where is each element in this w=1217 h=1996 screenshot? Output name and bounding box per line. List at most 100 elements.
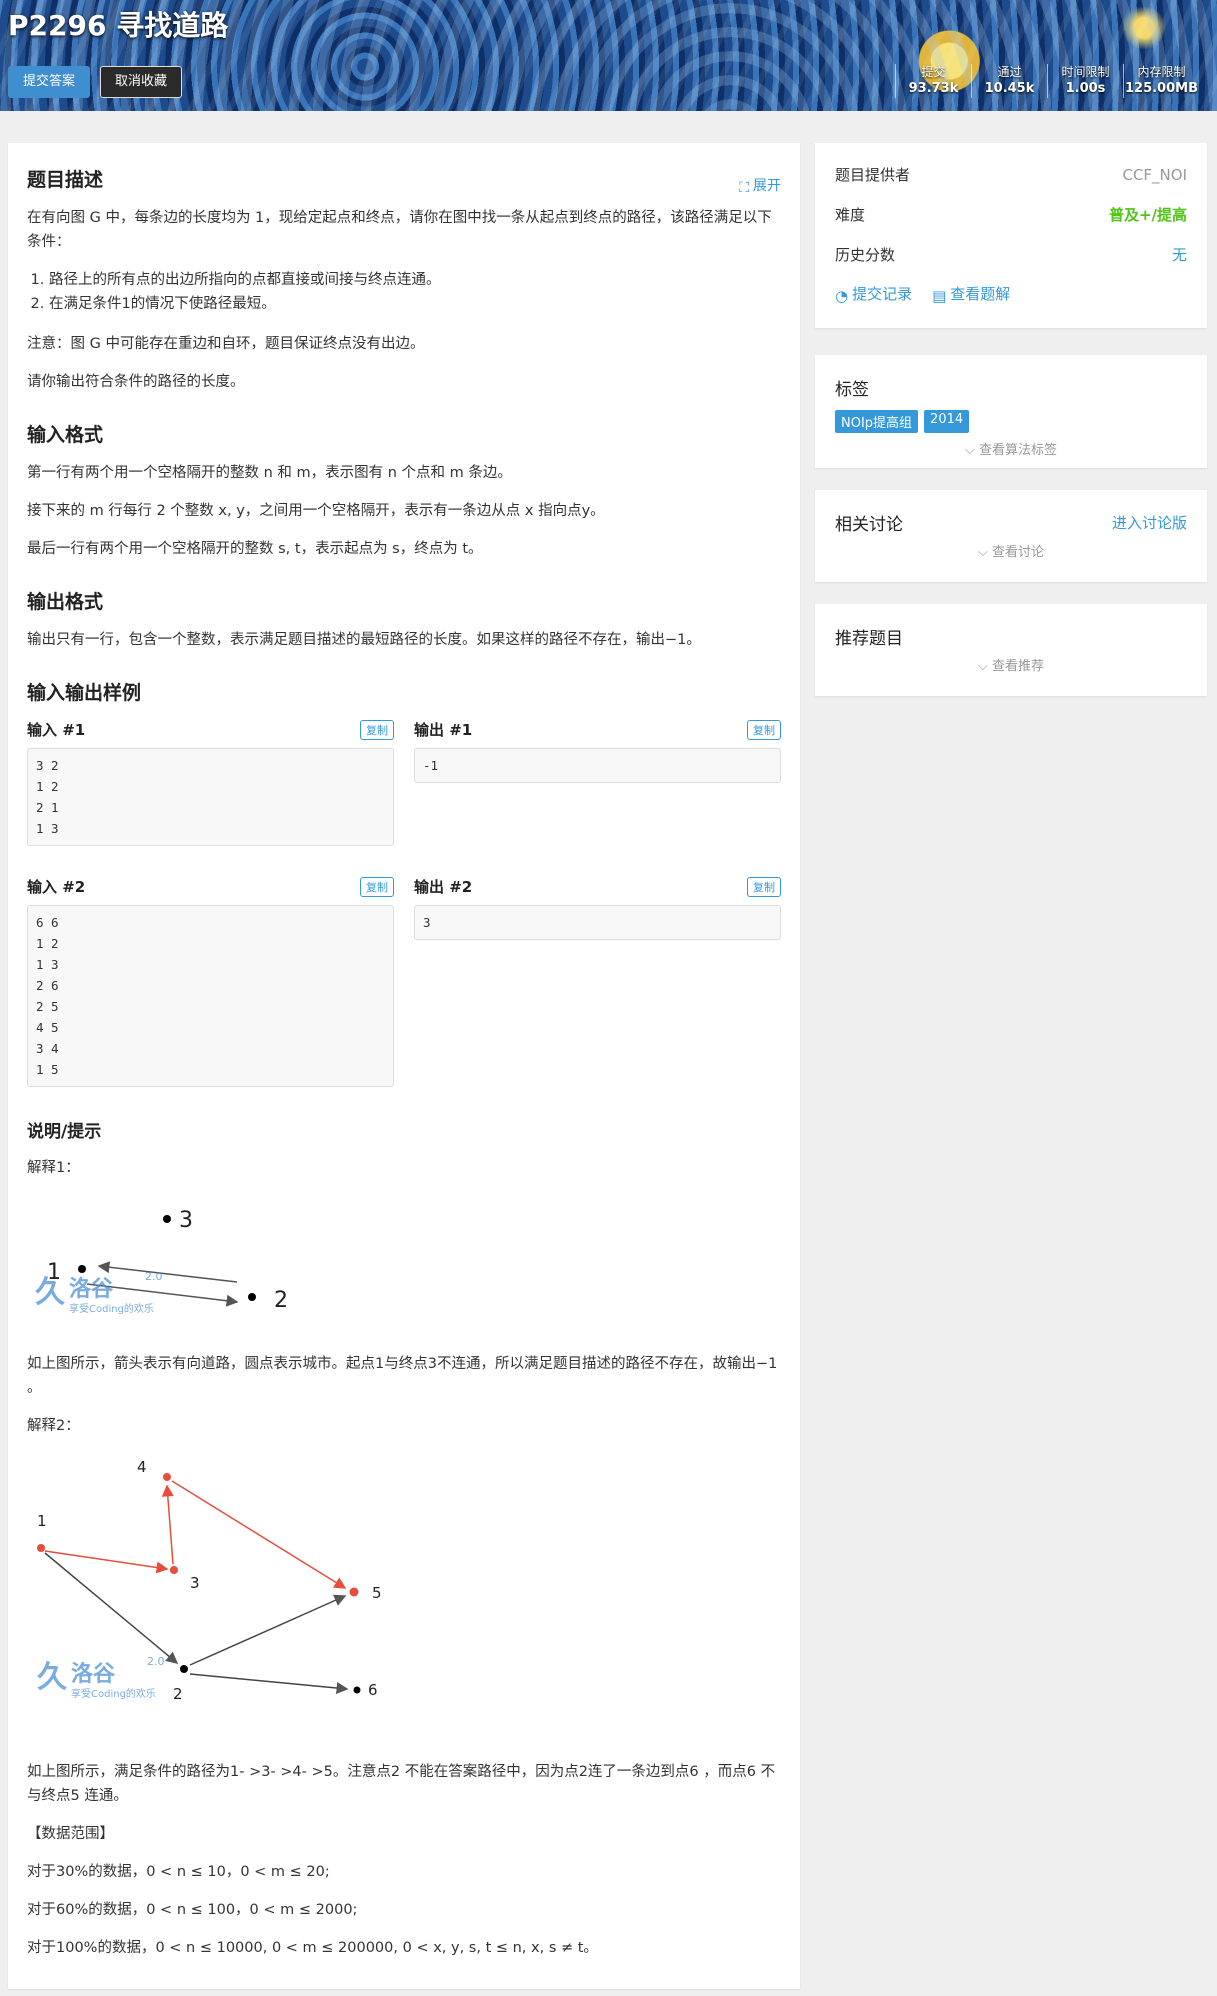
node-label: 3	[190, 1574, 200, 1592]
stat-label: 时间限制	[1061, 65, 1110, 79]
figure-explanation-1: 3 1 2 久 洛谷 2.0 享受Coding的欢乐	[27, 1194, 781, 1338]
watermark-slogan: 享受Coding的欢乐	[69, 1302, 154, 1315]
history-value: 无	[1171, 246, 1187, 264]
sample-code[interactable]: 3	[414, 905, 781, 940]
stat-value: 1.00s	[1065, 81, 1106, 96]
provider-value[interactable]: CCF_NOI	[1122, 163, 1187, 187]
difficulty-label: 难度	[835, 206, 866, 224]
expand-button[interactable]: ⛶ 展开	[739, 175, 781, 196]
section-title-description: 题目描述	[27, 169, 104, 191]
enter-discussion-link[interactable]: 进入讨论版	[1112, 512, 1187, 533]
tags-title: 标签	[835, 380, 869, 400]
conditions-list: 路径上的所有点的出边所指向的点都直接或间接与终点连通。 在满足条件1的情况下使路…	[27, 268, 781, 316]
watermark-slogan: 享受Coding的欢乐	[71, 1687, 156, 1700]
show-discussions[interactable]: ⌵ 查看讨论	[835, 541, 1187, 560]
node-label: 1	[37, 1512, 47, 1530]
section-title-output: 输出格式	[27, 591, 104, 613]
book-icon: ▤	[932, 287, 947, 305]
watermark-logo-icon: 久	[35, 1275, 65, 1310]
submit-answer-button[interactable]: 提交答案	[8, 66, 91, 98]
tag-year[interactable]: 2014	[924, 410, 970, 433]
expand-icon: ⛶	[739, 180, 749, 196]
explanation-2-text: 如上图所示，满足条件的路径为1- >3- >4- >5。注意点2 不能在答案路径…	[27, 1764, 776, 1804]
provider-row: 题目提供者 CCF_NOI	[835, 163, 1187, 187]
recommend-card: 推荐题目 ⌵ 查看推荐	[815, 604, 1207, 696]
description-paragraph: 在有向图 G 中，每条边的长度均为 1，现给定起点和终点，请你在图中找一条从起点…	[27, 210, 772, 250]
luogu-watermark: 久 洛谷 2.0 享受Coding的欢乐	[35, 1270, 163, 1315]
graph-node	[353, 1686, 361, 1694]
copy-button[interactable]: 复制	[360, 719, 394, 740]
sample-output-2: 输出 #2 复制 3	[414, 876, 781, 1087]
graph-edge	[171, 1480, 347, 1589]
tag-list: NOIp提高组 2014	[835, 410, 1187, 433]
input-paragraph-1: 第一行有两个用一个空格隔开的整数 n 和 m，表示图有 n 个点和 m 条边。	[27, 465, 512, 481]
copy-button[interactable]: 复制	[747, 876, 781, 897]
graph-node	[248, 1293, 256, 1301]
show-algorithm-tags[interactable]: ⌵ 查看算法标签	[835, 439, 1187, 458]
section-title-hint: 说明/提示	[27, 1122, 102, 1142]
range-60: 对于60%的数据，0 < n ≤ 100，0 < m ≤ 2000;	[27, 1902, 358, 1918]
graph-node	[349, 1587, 359, 1597]
pie-chart-icon: ◔	[835, 287, 849, 305]
stat-value: 93.73k	[908, 81, 959, 96]
stat-label: 内存限制	[1137, 65, 1186, 79]
figure-explanation-2: 4 1 3 5 2 6 久 洛谷 2.0 享受Coding的欢乐	[27, 1452, 781, 1746]
chevron-down-icon: ⌵	[964, 443, 979, 458]
stat-value: 10.45k	[984, 81, 1035, 96]
list-item: 在满足条件1的情况下使路径最短。	[49, 292, 781, 316]
input-paragraph-2: 接下来的 m 行每行 2 个整数 x, y，之间用一个空格隔开，表示有一条边从点…	[27, 503, 605, 519]
submission-records-link[interactable]: ◔ 提交记录	[835, 283, 912, 305]
view-solutions-link[interactable]: ▤ 查看题解	[932, 283, 1010, 305]
input-paragraph-3: 最后一行有两个用一个空格隔开的整数 s, t，表示起点为 s，终点为 t。	[27, 541, 483, 557]
stat-submissions: 提交 93.73k	[895, 64, 971, 98]
discussion-title: 相关讨论	[835, 515, 903, 535]
graph-edge	[189, 1594, 347, 1666]
stat-accepted: 通过 10.45k	[971, 64, 1047, 98]
graph-node	[170, 1566, 178, 1574]
sample-code[interactable]: -1	[414, 748, 781, 783]
description-ask: 请你输出符合条件的路径的长度。	[27, 374, 245, 390]
node-label: 3	[179, 1208, 193, 1233]
provider-label: 题目提供者	[835, 166, 911, 184]
expand-label: 展开	[753, 178, 781, 194]
tags-card: 标签 NOIp提高组 2014 ⌵ 查看算法标签	[815, 355, 1207, 468]
explanation-2-label: 解释2：	[27, 1418, 80, 1434]
graph-edge	[44, 1552, 179, 1664]
description-note: 注意：图 G 中可能存在重边和自环，题目保证终点没有出边。	[27, 336, 425, 352]
more-label: 查看讨论	[991, 545, 1044, 560]
copy-button[interactable]: 复制	[747, 719, 781, 740]
link-label: 提交记录	[852, 285, 913, 303]
graph-figure-2: 4 1 3 5 2 6 久 洛谷 2.0 享受Coding的欢乐	[37, 1458, 382, 1703]
sample-code[interactable]: 6 6 1 2 1 3 2 6 2 5 4 5 3 4 1 5	[27, 905, 394, 1087]
range-title: 【数据范围】	[27, 1826, 114, 1842]
graph-node	[163, 1215, 171, 1223]
range-100: 对于100%的数据，0 < n ≤ 10000, 0 < m ≤ 200000,…	[27, 1940, 598, 1956]
stat-label: 通过	[997, 65, 1022, 79]
graph-figure-1: 3 1 2 久 洛谷 2.0 享受Coding的欢乐	[35, 1208, 288, 1315]
node-label: 4	[137, 1458, 147, 1476]
graph-edge	[161, 1484, 174, 1565]
explanation-1-label: 解释1：	[27, 1160, 80, 1176]
difficulty-row: 难度 普及+/提高	[835, 203, 1187, 227]
tag-noip[interactable]: NOIp提高组	[835, 410, 919, 433]
history-label: 历史分数	[835, 246, 896, 264]
show-recommendations[interactable]: ⌵ 查看推荐	[835, 655, 1187, 674]
sample-label: 输入 #1	[27, 721, 86, 739]
sample-label: 输出 #2	[414, 878, 473, 896]
stat-memory-limit: 内存限制 125.00MB	[1123, 64, 1199, 98]
copy-button[interactable]: 复制	[360, 876, 394, 897]
info-card: 题目提供者 CCF_NOI 难度 普及+/提高 历史分数 无 ◔ 提交记录 ▤ 查看题解	[815, 143, 1207, 328]
chevron-down-icon: ⌵	[977, 659, 992, 674]
graph-edge	[97, 1261, 238, 1283]
watermark-version: 2.0	[145, 1270, 163, 1283]
history-row: 历史分数 无	[835, 243, 1187, 267]
problem-stats: 提交 93.73k 通过 10.45k 时间限制 1.00s 内存限制 125.00MB	[895, 64, 1199, 98]
luogu-watermark: 久 洛谷 2.0 享受Coding的欢乐	[37, 1655, 165, 1700]
unfavorite-button[interactable]: 取消收藏	[100, 66, 183, 98]
recommend-title: 推荐题目	[835, 629, 903, 649]
graph-node	[180, 1665, 188, 1673]
sample-input-2: 输入 #2 复制 6 6 1 2 1 3 2 6 2 5 4 5 3 4 1 5	[27, 876, 394, 1087]
sample-code[interactable]: 3 2 1 2 2 1 1 3	[27, 748, 394, 846]
stat-value: 125.00MB	[1124, 81, 1198, 96]
graph-node	[78, 1265, 86, 1273]
